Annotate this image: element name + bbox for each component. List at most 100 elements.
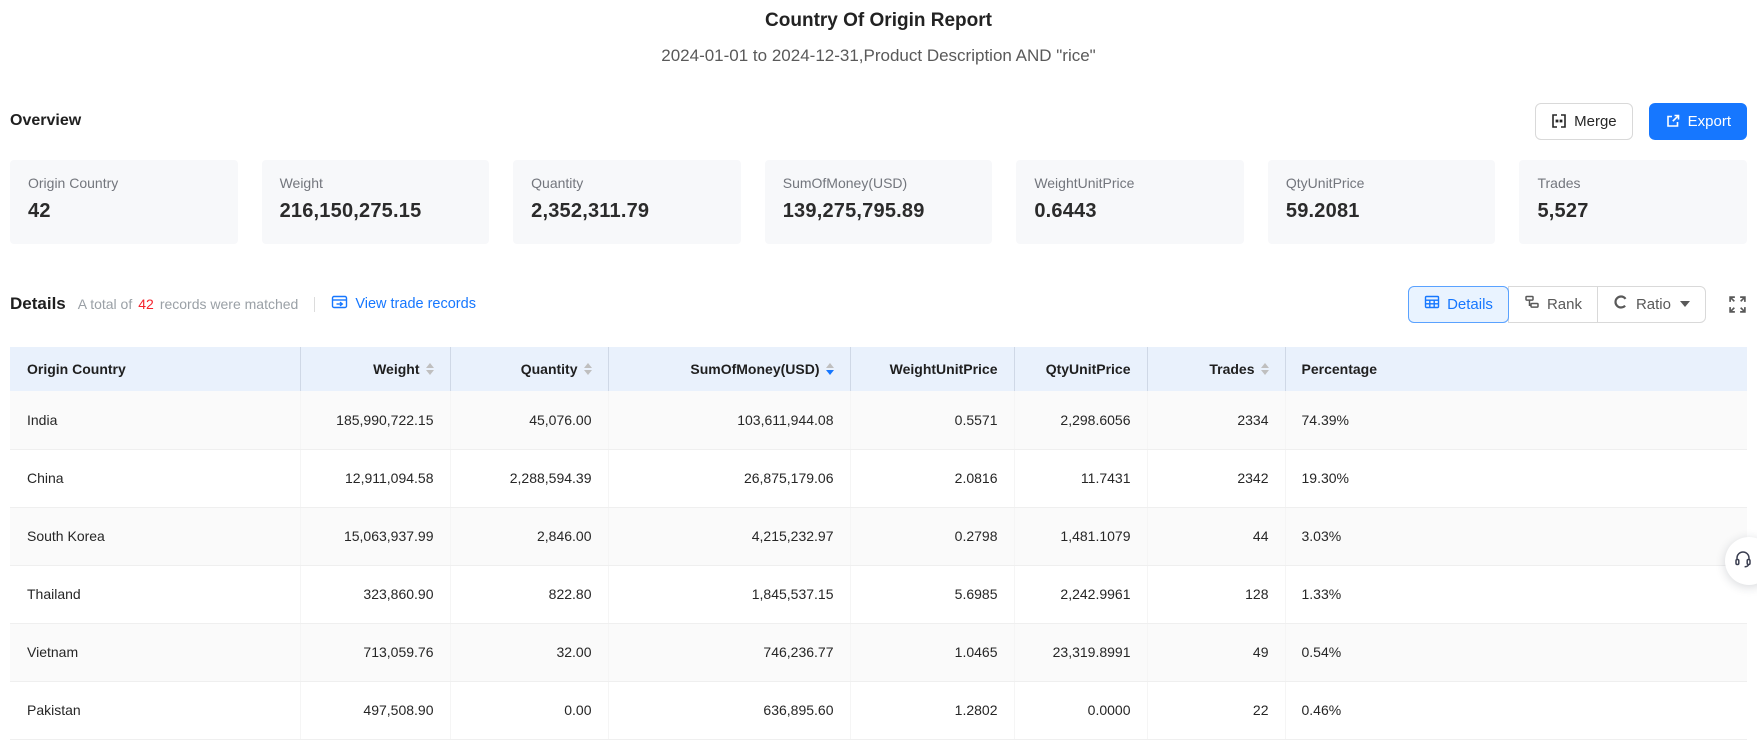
cell-quantity: 0.00 bbox=[450, 681, 609, 740]
matched-suffix: records were matched bbox=[159, 296, 299, 312]
column-header-qty-unit-price: QtyUnitPrice bbox=[1014, 347, 1148, 391]
stat-card-label: Weight bbox=[279, 175, 323, 191]
column-label: Origin Country bbox=[27, 361, 126, 377]
cell-percentage: 0.54% bbox=[1285, 623, 1747, 682]
page-title: Country Of Origin Report bbox=[765, 10, 992, 31]
table-grid-icon bbox=[1424, 294, 1440, 314]
chevron-down-icon bbox=[1680, 301, 1690, 307]
table-row: India 185,990,722.15 45,076.00 103,611,9… bbox=[10, 391, 1747, 450]
stat-card-value: 5,527 bbox=[1537, 200, 1589, 222]
cell-sum-of-money: 103,611,944.08 bbox=[608, 391, 851, 450]
cell-origin-country: Thailand bbox=[10, 565, 301, 624]
cell-weight-unit-price: 0.5571 bbox=[850, 391, 1015, 450]
stat-card: Weight 216,150,275.15 bbox=[261, 160, 490, 244]
stat-card-value: 216,150,275.15 bbox=[279, 200, 422, 222]
view-switcher: Details Rank Ratio bbox=[1408, 285, 1747, 323]
column-header-trades[interactable]: Trades bbox=[1147, 347, 1286, 391]
details-table: Origin Country Weight Quantity SumOfMone… bbox=[10, 347, 1747, 740]
tab-details-label: Details bbox=[1447, 295, 1493, 313]
cell-percentage: 19.30% bbox=[1285, 449, 1747, 508]
matched-count: 42 bbox=[138, 296, 154, 312]
details-section-title: Details bbox=[10, 294, 66, 313]
column-label: Trades bbox=[1209, 361, 1255, 377]
cell-sum-of-money: 746,236.77 bbox=[608, 623, 851, 682]
sort-icon bbox=[583, 363, 592, 375]
cell-origin-country: India bbox=[10, 391, 301, 450]
stat-card-label: Quantity bbox=[531, 175, 584, 191]
merge-button[interactable]: Merge bbox=[1535, 102, 1633, 140]
report-filter-subtitle: 2024-01-01 to 2024-12-31,Product Descrip… bbox=[661, 46, 1096, 65]
view-trade-records-label: View trade records bbox=[355, 296, 476, 312]
toolbar-buttons: Merge Export bbox=[1535, 102, 1747, 140]
cell-trades: 2334 bbox=[1147, 391, 1286, 450]
stat-card-label: SumOfMoney(USD) bbox=[782, 175, 908, 191]
stat-card-value: 2,352,311.79 bbox=[531, 200, 650, 222]
column-header-origin-country: Origin Country bbox=[10, 347, 301, 391]
stat-card: SumOfMoney(USD) 139,275,795.89 bbox=[764, 160, 993, 244]
cell-weight-unit-price: 0.2798 bbox=[850, 507, 1015, 566]
cell-percentage: 74.39% bbox=[1285, 391, 1747, 450]
merge-icon bbox=[1551, 113, 1567, 129]
cell-qty-unit-price: 2,298.6056 bbox=[1014, 391, 1148, 450]
export-button[interactable]: Export bbox=[1648, 102, 1747, 140]
details-summary: Details A total of 42 records were match… bbox=[10, 294, 476, 314]
cell-qty-unit-price: 11.7431 bbox=[1014, 449, 1148, 508]
stat-card: QtyUnitPrice 59.2081 bbox=[1267, 160, 1496, 244]
sort-icon bbox=[1260, 363, 1269, 375]
tab-rank-label: Rank bbox=[1546, 295, 1582, 313]
fullscreen-expand-icon[interactable] bbox=[1728, 295, 1747, 314]
stat-card-label: Trades bbox=[1537, 175, 1581, 191]
details-toolbar: Details A total of 42 records were match… bbox=[10, 285, 1747, 323]
stat-card: Trades 5,527 bbox=[1519, 160, 1748, 244]
export-icon bbox=[1665, 113, 1681, 129]
matched-prefix: A total of bbox=[77, 296, 133, 312]
sort-icon-descending-active bbox=[825, 363, 834, 375]
cell-weight: 12,911,094.58 bbox=[300, 449, 451, 508]
cell-origin-country: Pakistan bbox=[10, 681, 301, 740]
cell-qty-unit-price: 23,319.8991 bbox=[1014, 623, 1148, 682]
report-page: Country Of Origin Report 2024-01-01 to 2… bbox=[0, 10, 1757, 740]
cell-sum-of-money: 26,875,179.06 bbox=[608, 449, 851, 508]
tab-rank[interactable]: Rank bbox=[1507, 285, 1598, 323]
column-header-sum-of-money[interactable]: SumOfMoney(USD) bbox=[608, 347, 851, 391]
column-header-quantity[interactable]: Quantity bbox=[450, 347, 609, 391]
cell-qty-unit-price: 2,242.9961 bbox=[1014, 565, 1148, 624]
view-trade-records-link[interactable]: View trade records bbox=[331, 294, 476, 314]
cell-quantity: 2,846.00 bbox=[450, 507, 609, 566]
cell-weight: 15,063,937.99 bbox=[300, 507, 451, 566]
table-body: India 185,990,722.15 45,076.00 103,611,9… bbox=[10, 391, 1747, 740]
cell-weight-unit-price: 5.6985 bbox=[850, 565, 1015, 624]
cell-qty-unit-price: 1,481.1079 bbox=[1014, 507, 1148, 566]
cell-qty-unit-price: 0.0000 bbox=[1014, 681, 1148, 740]
cell-weight-unit-price: 1.2802 bbox=[850, 681, 1015, 740]
column-label: Weight bbox=[373, 361, 420, 377]
column-header-weight[interactable]: Weight bbox=[300, 347, 451, 391]
cell-origin-country: China bbox=[10, 449, 301, 508]
cell-percentage: 3.03% bbox=[1285, 507, 1747, 566]
table-row: South Korea 15,063,937.99 2,846.00 4,215… bbox=[10, 507, 1747, 566]
stat-card: Quantity 2,352,311.79 bbox=[513, 160, 741, 244]
column-label: WeightUnitPrice bbox=[889, 361, 998, 377]
cell-origin-country: Vietnam bbox=[10, 623, 301, 682]
cell-trades: 128 bbox=[1147, 565, 1286, 624]
column-label: Quantity bbox=[520, 361, 578, 377]
cell-percentage: 0.46% bbox=[1285, 681, 1747, 740]
cell-weight-unit-price: 2.0816 bbox=[850, 449, 1015, 508]
cell-weight: 323,860.90 bbox=[300, 565, 451, 624]
table-header: Origin Country Weight Quantity SumOfMone… bbox=[10, 347, 1747, 391]
table-row: Pakistan 497,508.90 0.00 636,895.60 1.28… bbox=[10, 681, 1747, 740]
cell-origin-country: South Korea bbox=[10, 507, 301, 566]
tab-ratio[interactable]: Ratio bbox=[1596, 285, 1706, 323]
merge-button-label: Merge bbox=[1574, 112, 1617, 130]
tab-ratio-label: Ratio bbox=[1635, 295, 1671, 313]
cell-trades: 44 bbox=[1147, 507, 1286, 566]
cell-quantity: 45,076.00 bbox=[450, 391, 609, 450]
cell-quantity: 2,288,594.39 bbox=[450, 449, 609, 508]
ratio-donut-icon bbox=[1613, 294, 1629, 314]
cell-sum-of-money: 4,215,232.97 bbox=[608, 507, 851, 566]
export-button-label: Export bbox=[1687, 112, 1731, 130]
column-label: QtyUnitPrice bbox=[1045, 361, 1131, 377]
column-label: Percentage bbox=[1301, 361, 1377, 377]
cell-quantity: 32.00 bbox=[450, 623, 609, 682]
tab-details[interactable]: Details bbox=[1408, 285, 1509, 323]
